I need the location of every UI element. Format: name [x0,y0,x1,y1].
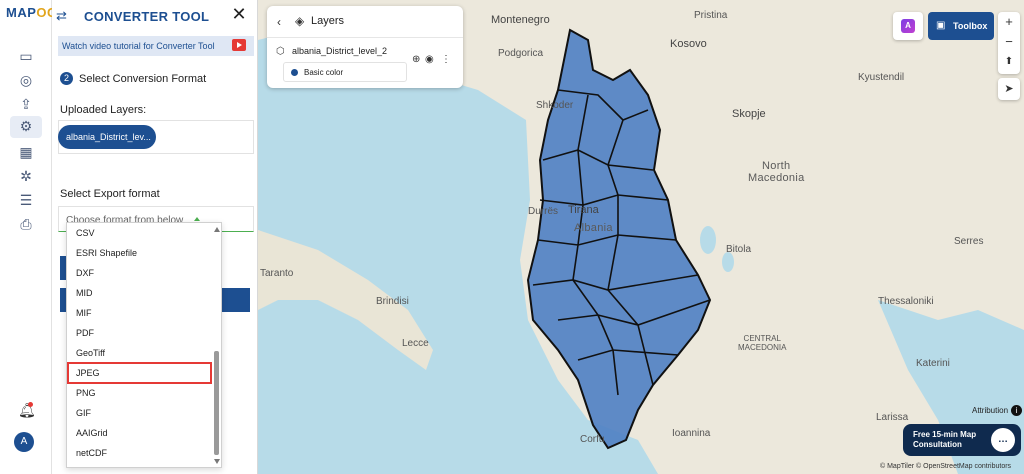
consultation-label: Free 15-min Map Consultation [913,430,977,449]
panel-title: CONVERTER TOOL [84,9,210,24]
more-options-icon[interactable]: ⋮ [441,54,451,65]
dropdown-option[interactable]: CSV [76,228,95,238]
zoom-controls: + − ⬆ [998,12,1020,74]
map-label-brindisi: Brindisi [376,296,409,307]
converter-icon: ⇄ [56,8,67,23]
style-label: Basic color [304,68,344,77]
mapog-logo: MAPOG [6,5,58,20]
style-color-swatch [291,69,298,76]
map-label-tirana: Tirana [568,204,599,216]
dropdown-option[interactable]: GIF [76,408,91,418]
video-tutorial-label: Watch video tutorial for Converter Tool [62,41,215,51]
map-label-north-macedonia: North Macedonia [748,160,805,184]
dropdown-option[interactable]: MIF [76,308,92,318]
map-label-albania: Albania [574,222,613,234]
video-tutorial-link[interactable]: Watch video tutorial for Converter Tool [58,36,254,56]
layers-panel: ‹ ◈ Layers ⬡ albania_District_level_2 ⊕ … [267,6,463,88]
close-button[interactable]: ✕ [230,5,248,25]
map-label-podgorica: Podgorica [498,48,544,59]
map-label-bitola: Bitola [726,244,752,255]
toolbox-icon: ▣ [936,20,946,31]
ai-assistant-button[interactable]: A [893,12,923,40]
dropdown-option[interactable]: PDF [76,328,94,338]
zoom-in-button[interactable]: + [998,12,1020,32]
layer-name[interactable]: albania_District_level_2 [292,46,387,56]
back-chevron-icon[interactable]: ‹ [277,15,281,29]
step-number-badge: 2 [60,72,73,85]
polygon-icon: ⬡ [276,46,285,57]
format-dropdown[interactable]: CSV ESRI Shapefile DXF MID MIF PDF GeoTi… [66,222,222,468]
map-label-durres: Durrës [528,206,559,217]
avatar[interactable]: A [14,432,34,452]
bell-icon[interactable]: 🔔︎ [18,402,36,419]
map-label-larissa: Larissa [876,412,909,423]
map-label-kosovo: Kosovo [670,38,707,50]
map-label-kyustendil: Kyustendil [858,72,905,83]
dropdown-scrollbar[interactable] [213,227,220,464]
layers-icon: ◈ [295,14,305,28]
dropdown-option[interactable]: DXF [76,268,94,278]
map-icon[interactable]: ▭ [14,46,38,66]
compass-icon[interactable]: ⬆ [998,52,1020,72]
caret-up-icon [194,217,200,221]
list-icon[interactable]: ☰ [14,190,38,210]
scroll-down-arrow-icon[interactable] [214,459,220,464]
toolbox-button[interactable]: ▣ Toolbox [928,12,994,40]
consultation-button[interactable]: Free 15-min Map Consultation … [903,424,1021,456]
dropdown-option[interactable]: PNG [76,388,96,398]
location-pin-icon[interactable]: ◎ [14,70,38,90]
map-label-ioannina: Ioannina [672,428,711,439]
map-label-pristina: Pristina [694,10,728,21]
map-label-katerini: Katerini [916,358,950,369]
notification-dot [28,402,33,407]
scroll-up-arrow-icon[interactable] [214,227,220,232]
dropdown-option[interactable]: AAIGrid [76,428,108,438]
dropdown-option[interactable]: netCDF [76,448,107,458]
upload-file-icon[interactable]: ⇪ [14,94,38,114]
ai-icon: A [901,19,915,33]
uploaded-layers-label: Uploaded Layers: [60,104,147,116]
export-format-label: Select Export format [60,188,160,200]
youtube-icon [232,39,246,51]
zoom-out-button[interactable]: − [998,32,1020,52]
info-icon[interactable]: i [1011,405,1022,416]
map-label-shkoder: Shkoder [536,100,574,111]
map-label-taranto: Taranto [260,268,294,279]
uploaded-layer-chip[interactable]: albania_District_lev... [58,125,156,149]
map-label-central-macedonia: CENTRAL MACEDONIA [738,334,787,352]
dropdown-option[interactable]: ESRI Shapefile [76,248,137,258]
step-label: Select Conversion Format [79,73,207,85]
layers-title: Layers [311,15,345,27]
map-credits: © MapTiler © OpenStreetMap contributors [880,463,1012,470]
map-label-lecce: Lecce [402,338,429,349]
dropdown-option-jpeg[interactable]: JPEG [76,368,100,378]
chat-icon[interactable]: … [991,428,1015,452]
scroll-thumb[interactable] [214,351,219,455]
zoom-to-layer-icon[interactable]: ⊕ [412,54,420,65]
dropdown-option[interactable]: MID [76,288,93,298]
layer-style-row[interactable]: Basic color [283,62,407,82]
visibility-eye-icon[interactable]: ◉ [425,54,434,65]
layers-divider [267,37,463,38]
map-label-montenegro: Montenegro [491,14,550,26]
toolbox-label: Toolbox [953,21,988,31]
map-label-corfu: Corfu [580,434,605,445]
dropdown-option[interactable]: GeoTiff [76,348,105,358]
gear-icon[interactable]: ⚙ [10,116,42,138]
settings-icon[interactable]: ✲ [14,166,38,186]
attribution-label[interactable]: Attribution [972,406,1008,415]
print-icon[interactable]: ⎙ [14,214,38,234]
locate-icon[interactable]: ➤ [998,78,1020,100]
icon-rail: MAPOG ▭ ◎ ⇪ ⚙ ▦ ✲ ☰ ⎙ 🔔︎ A [0,0,57,474]
panel-header: ⇄ CONVERTER TOOL ✕ [52,0,258,32]
dashboard-icon[interactable]: ▦ [14,142,38,162]
map-label-skopje: Skopje [732,108,766,120]
map-label-thessaloniki: Thessaloniki [878,296,934,307]
map-label-serres: Serres [954,236,984,247]
